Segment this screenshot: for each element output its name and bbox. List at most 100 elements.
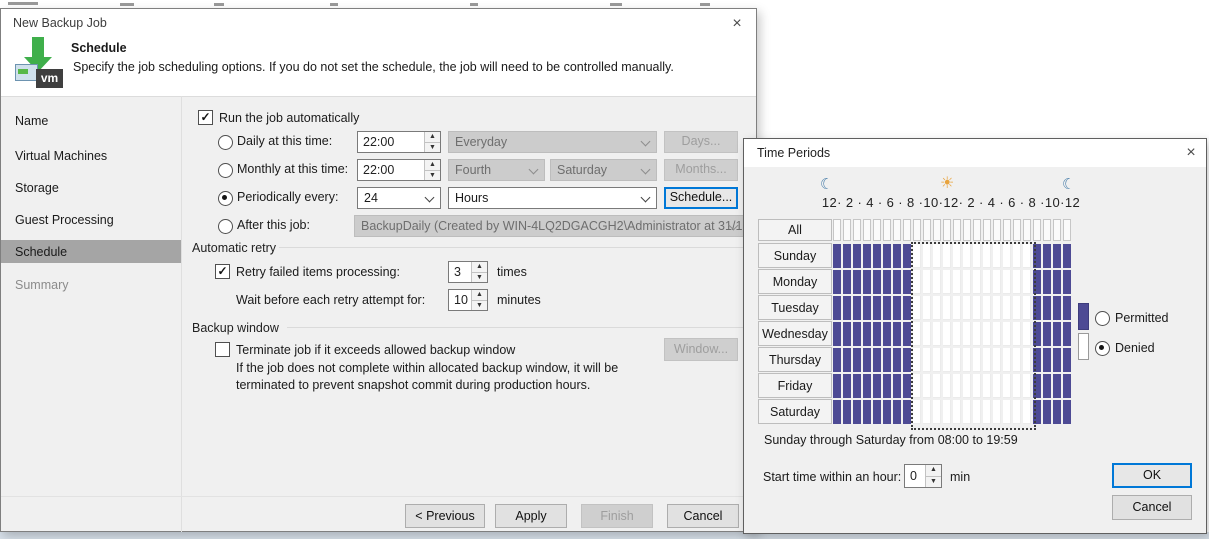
sidebar-item-summary[interactable]: Summary xyxy=(15,278,68,292)
hour-cell[interactable] xyxy=(903,244,911,268)
hour-cell[interactable] xyxy=(913,374,921,398)
tp-cancel-button[interactable]: Cancel xyxy=(1112,495,1192,520)
after-job-dropdown[interactable]: BackupDaily (Created by WIN-4LQ2DGACGH2\… xyxy=(354,215,745,237)
hour-cell[interactable] xyxy=(833,400,841,424)
hour-cell[interactable] xyxy=(833,348,841,372)
hour-cell[interactable] xyxy=(933,348,941,372)
cancel-button[interactable]: Cancel xyxy=(667,504,739,528)
hour-cell[interactable] xyxy=(1063,270,1071,294)
hour-cell[interactable] xyxy=(1043,322,1051,346)
hour-cell[interactable] xyxy=(853,400,861,424)
permitted-radio[interactable] xyxy=(1095,311,1110,326)
hour-cell[interactable] xyxy=(1013,374,1021,398)
hour-cell[interactable] xyxy=(833,374,841,398)
hour-cell[interactable] xyxy=(863,296,871,320)
hour-cell[interactable] xyxy=(893,322,901,346)
hour-cell[interactable] xyxy=(993,322,1001,346)
all-hour-cell[interactable] xyxy=(1023,219,1031,241)
hour-cell[interactable] xyxy=(1023,296,1031,320)
hour-cell[interactable] xyxy=(1033,322,1041,346)
hour-cell[interactable] xyxy=(1013,400,1021,424)
hour-cell[interactable] xyxy=(883,296,891,320)
hour-cell[interactable] xyxy=(983,244,991,268)
hour-cell[interactable] xyxy=(853,322,861,346)
all-hour-cell[interactable] xyxy=(893,219,901,241)
hour-cell[interactable] xyxy=(883,244,891,268)
hour-cell[interactable] xyxy=(873,400,881,424)
all-hour-cell[interactable] xyxy=(953,219,961,241)
hour-cell[interactable] xyxy=(933,244,941,268)
hour-cell[interactable] xyxy=(1043,400,1051,424)
hour-cell[interactable] xyxy=(1003,374,1011,398)
hour-cell[interactable] xyxy=(1053,270,1061,294)
hour-cell[interactable] xyxy=(973,322,981,346)
all-hour-cell[interactable] xyxy=(1033,219,1041,241)
hour-cell[interactable] xyxy=(973,270,981,294)
hour-cell[interactable] xyxy=(1033,374,1041,398)
all-hour-cell[interactable] xyxy=(923,219,931,241)
day-header-wednesday[interactable]: Wednesday xyxy=(758,321,832,346)
hour-cell[interactable] xyxy=(883,374,891,398)
periodically-value-dropdown[interactable]: 24 xyxy=(357,187,441,209)
hour-cell[interactable] xyxy=(863,322,871,346)
hour-cell[interactable] xyxy=(1003,270,1011,294)
hour-cell[interactable] xyxy=(903,348,911,372)
hour-cell[interactable] xyxy=(883,400,891,424)
hour-cell[interactable] xyxy=(933,270,941,294)
hour-cell[interactable] xyxy=(1003,400,1011,424)
hour-cell[interactable] xyxy=(943,322,951,346)
hour-cell[interactable] xyxy=(953,296,961,320)
all-hour-cell[interactable] xyxy=(993,219,1001,241)
sidebar-item-virtual-machines[interactable]: Virtual Machines xyxy=(15,149,107,163)
hour-cell[interactable] xyxy=(973,244,981,268)
hour-cell[interactable] xyxy=(1053,400,1061,424)
periodically-unit-dropdown[interactable]: Hours xyxy=(448,187,657,209)
hour-cell[interactable] xyxy=(853,296,861,320)
hour-cell[interactable] xyxy=(943,296,951,320)
all-hour-cell[interactable] xyxy=(1043,219,1051,241)
hour-cell[interactable] xyxy=(943,348,951,372)
hour-cell[interactable] xyxy=(983,348,991,372)
hour-cell[interactable] xyxy=(843,322,851,346)
hour-cell[interactable] xyxy=(923,296,931,320)
hour-cell[interactable] xyxy=(913,296,921,320)
hour-cell[interactable] xyxy=(983,322,991,346)
hour-cell[interactable] xyxy=(853,374,861,398)
hour-cell[interactable] xyxy=(973,400,981,424)
ok-button[interactable]: OK xyxy=(1112,463,1192,488)
hour-cell[interactable] xyxy=(963,270,971,294)
hour-cell[interactable] xyxy=(853,348,861,372)
hour-cell[interactable] xyxy=(1053,322,1061,346)
hour-cell[interactable] xyxy=(893,400,901,424)
hour-cell[interactable] xyxy=(863,348,871,372)
hour-cell[interactable] xyxy=(873,270,881,294)
finish-button[interactable]: Finish xyxy=(581,504,653,528)
all-hour-cell[interactable] xyxy=(853,219,861,241)
hour-cell[interactable] xyxy=(1033,244,1041,268)
hour-cell[interactable] xyxy=(833,296,841,320)
all-hour-cell[interactable] xyxy=(1053,219,1061,241)
sidebar-item-guest-processing[interactable]: Guest Processing xyxy=(15,213,114,227)
hour-cell[interactable] xyxy=(1043,374,1051,398)
hour-cell[interactable] xyxy=(873,244,881,268)
hour-cell[interactable] xyxy=(963,296,971,320)
hour-cell[interactable] xyxy=(933,400,941,424)
hour-cell[interactable] xyxy=(833,270,841,294)
hour-cell[interactable] xyxy=(1023,374,1031,398)
all-hour-cell[interactable] xyxy=(943,219,951,241)
hour-cell[interactable] xyxy=(953,322,961,346)
after-job-radio[interactable] xyxy=(218,219,233,234)
previous-button[interactable]: < Previous xyxy=(405,504,485,528)
day-header-tuesday[interactable]: Tuesday xyxy=(758,295,832,320)
terminate-checkbox[interactable] xyxy=(215,342,230,357)
hour-cell[interactable] xyxy=(1013,244,1021,268)
hour-cell[interactable] xyxy=(953,244,961,268)
hour-cell[interactable] xyxy=(1063,374,1071,398)
hour-cell[interactable] xyxy=(923,348,931,372)
hour-cell[interactable] xyxy=(863,400,871,424)
hour-cell[interactable] xyxy=(933,296,941,320)
wait-minutes-spinner[interactable]: 10 ▲▼ xyxy=(448,289,488,311)
hour-cell[interactable] xyxy=(943,374,951,398)
hour-cell[interactable] xyxy=(983,374,991,398)
hour-cell[interactable] xyxy=(943,400,951,424)
